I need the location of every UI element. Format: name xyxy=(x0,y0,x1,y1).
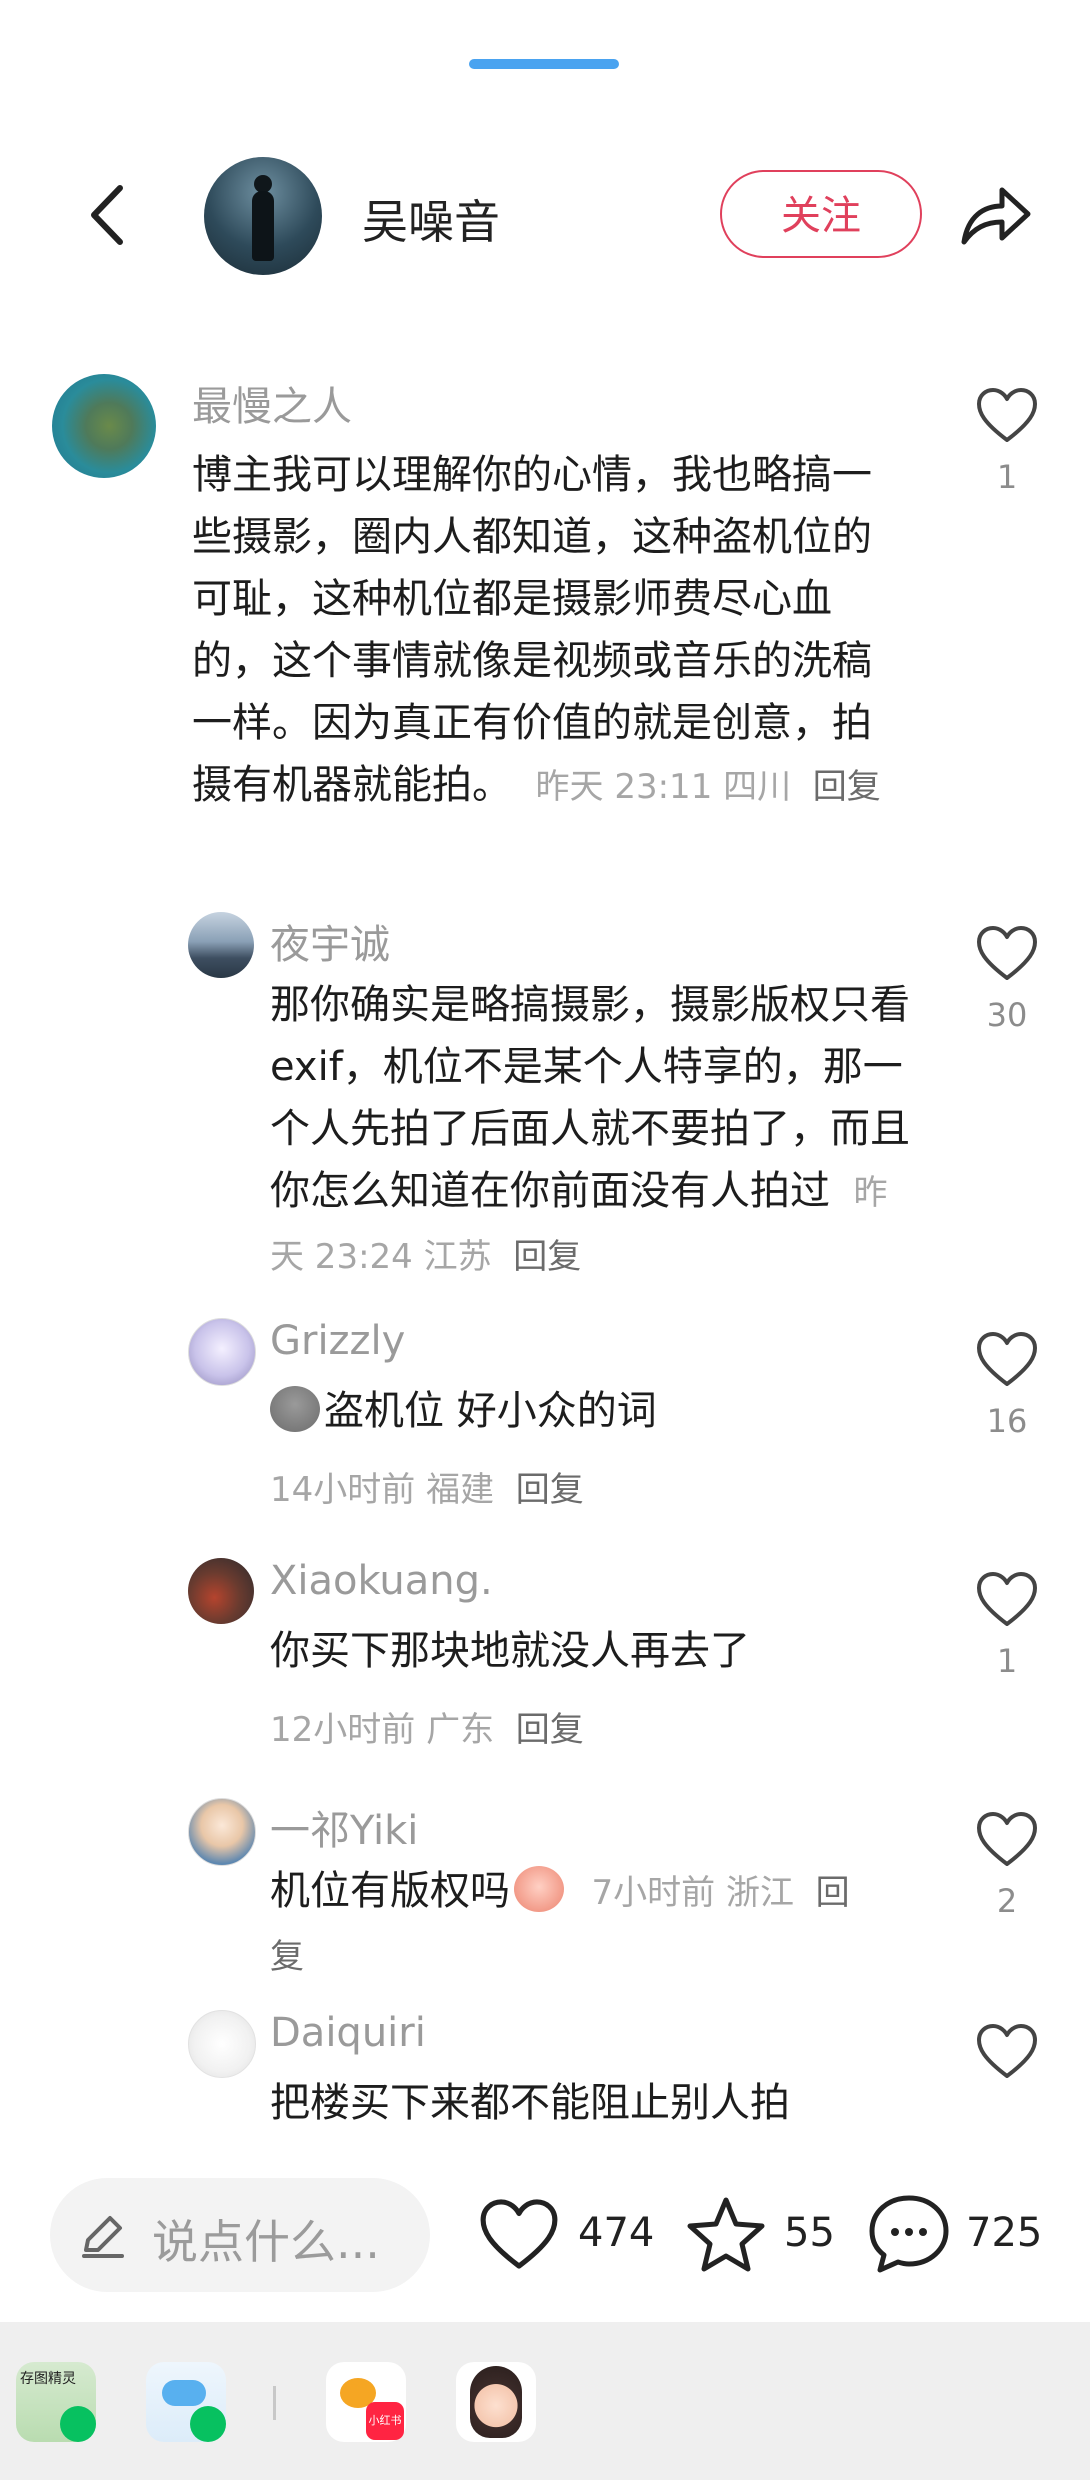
like-count: 30 xyxy=(986,996,1028,1034)
comments-count: 725 xyxy=(966,2210,1043,2256)
share-icon[interactable] xyxy=(958,180,1034,250)
heart-icon[interactable] xyxy=(975,1570,1039,1628)
commenter-avatar[interactable] xyxy=(188,1558,254,1624)
comment-text: 盗机位 好小众的词 xyxy=(270,1380,910,1442)
bottom-action-bar: 说点什么... 474 55 725 xyxy=(0,2160,1090,2320)
likes-count: 474 xyxy=(578,2210,655,2256)
author-avatar[interactable] xyxy=(204,157,322,275)
wechat-badge-icon xyxy=(60,2406,96,2442)
reply-button[interactable]: 回复 xyxy=(813,767,881,807)
app-weibo-xiaohongshu[interactable]: 小红书 xyxy=(326,2362,406,2442)
commenter-name[interactable]: Grizzly xyxy=(270,1318,405,1364)
heart-icon[interactable] xyxy=(975,386,1039,444)
app-avatar-assistant[interactable] xyxy=(456,2362,536,2442)
reply-button[interactable]: 回复 xyxy=(513,1237,581,1277)
comment-meta: 14小时前 福建 回复 xyxy=(270,1470,584,1510)
commenter-avatar[interactable] xyxy=(188,1798,256,1866)
comment-input-placeholder: 说点什么... xyxy=(152,2215,380,2269)
commenter-name[interactable]: Daiquiri xyxy=(270,2010,426,2056)
face-icon xyxy=(470,2366,522,2438)
heart-icon[interactable] xyxy=(975,924,1039,982)
comment-bubble-icon[interactable] xyxy=(866,2192,952,2276)
recent-apps-dock: 存图精灵 小红书 xyxy=(0,2322,1090,2480)
like-count: 1 xyxy=(996,458,1018,496)
author-name[interactable]: 吴噪音 xyxy=(362,186,500,252)
commenter-name[interactable]: Xiaokuang. xyxy=(270,1558,493,1604)
heart-icon[interactable] xyxy=(975,1330,1039,1388)
back-arrow-icon[interactable] xyxy=(80,180,140,250)
heart-icon[interactable] xyxy=(975,1810,1039,1868)
comment-text: 你买下那块地就没人再去了 xyxy=(270,1628,750,1674)
comment-text: 把楼买下来都不能阻止别人拍 xyxy=(270,2080,790,2126)
reply-button[interactable]: 回 xyxy=(816,1873,850,1913)
reply-button-wrap[interactable]: 复 xyxy=(270,1937,304,1977)
favorites-count: 55 xyxy=(784,2210,835,2256)
commenter-name[interactable]: 最慢之人 xyxy=(192,374,352,432)
pencil-icon xyxy=(82,2216,124,2258)
wechat-badge-icon xyxy=(190,2406,226,2442)
app-cuntu-jingling[interactable]: 存图精灵 xyxy=(16,2362,96,2442)
heart-icon[interactable] xyxy=(478,2196,560,2272)
reply-button[interactable]: 回复 xyxy=(516,1710,584,1750)
drag-handle[interactable] xyxy=(469,59,619,69)
commenter-name[interactable]: 夜宇诚 xyxy=(270,912,390,970)
commenter-name[interactable]: 一祁Yiki xyxy=(270,1798,418,1856)
app-weather[interactable] xyxy=(146,2362,226,2442)
commenter-avatar[interactable] xyxy=(188,1318,256,1386)
commenter-avatar[interactable] xyxy=(188,2010,256,2078)
reply-button[interactable]: 回复 xyxy=(516,1470,584,1510)
comment-meta: 昨天 23:11 四川 回复 xyxy=(535,767,881,807)
app-label: 存图精灵 xyxy=(20,2371,76,2387)
comment-text: 机位有版权吗 7小时前 浙江 回 复 xyxy=(270,1866,850,1977)
emoji-icon xyxy=(270,1386,320,1432)
commenter-avatar[interactable] xyxy=(52,374,156,478)
comment-text: 那你确实是略搞摄影，摄影版权只看exif，机位不是某个人特享的，那一个人先拍了后… xyxy=(270,982,910,1277)
comment-text: 博主我可以理解你的心情，我也略搞一些摄影，圈内人都知道，这种盗机位的可耻，这种机… xyxy=(192,452,881,808)
like-count: 2 xyxy=(996,1882,1018,1920)
post-header: 吴噪音 关注 xyxy=(0,150,1090,280)
app-label: 小红书 xyxy=(366,2402,404,2440)
emoji-icon xyxy=(514,1866,564,1912)
dock-separator xyxy=(273,2386,276,2420)
cloud-icon xyxy=(162,2380,206,2406)
star-icon[interactable] xyxy=(684,2194,768,2274)
comment-input[interactable]: 说点什么... xyxy=(50,2178,430,2292)
like-count: 1 xyxy=(996,1642,1018,1680)
commenter-avatar[interactable] xyxy=(188,912,254,978)
comment-meta: 7小时前 浙江 回 xyxy=(591,1873,850,1913)
follow-button[interactable]: 关注 xyxy=(720,170,922,258)
like-count: 16 xyxy=(986,1402,1028,1440)
comment-meta: 12小时前 广东 回复 xyxy=(270,1710,584,1750)
heart-icon[interactable] xyxy=(975,2022,1039,2080)
